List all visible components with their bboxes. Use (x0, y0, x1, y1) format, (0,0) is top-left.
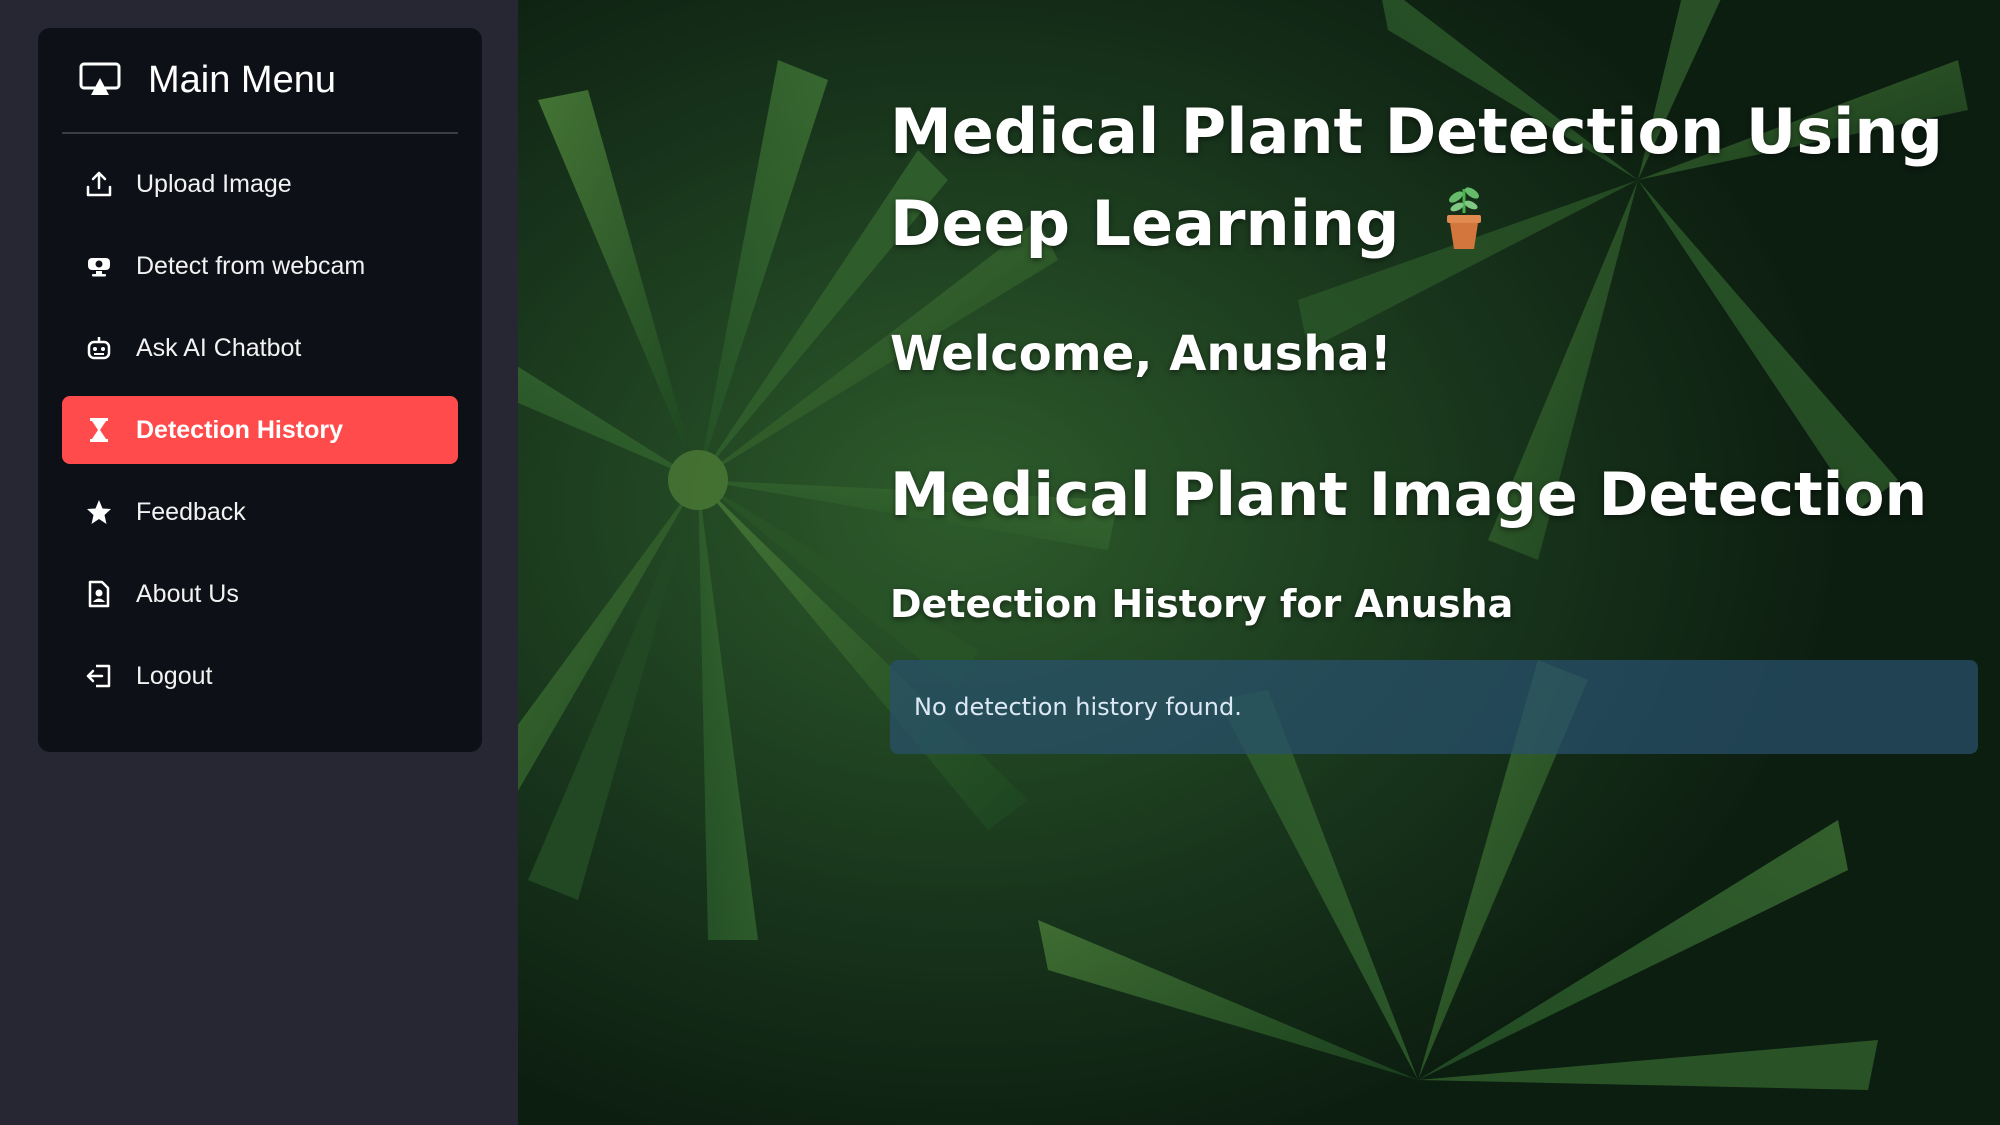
history-heading: Detection History for Anusha (890, 582, 1514, 627)
star-icon (82, 495, 116, 529)
webcam-icon (82, 249, 116, 283)
main-content: Medical Plant Detection Using Deep Learn… (518, 0, 2000, 1125)
menu-item-label: Upload Image (136, 169, 292, 198)
info-alert: No detection history found. (890, 660, 1978, 755)
menu-item-about-us[interactable]: About Us (62, 560, 458, 628)
menu-item-upload-image[interactable]: Upload Image (62, 150, 458, 218)
info-message: No detection history found. (914, 693, 1242, 722)
menu-header: Main Menu (62, 28, 458, 134)
menu-item-chatbot[interactable]: Ask AI Chatbot (62, 314, 458, 382)
menu-item-detection-history[interactable]: Detection History (62, 396, 458, 464)
welcome-heading: Welcome, Anusha! (890, 326, 1392, 383)
section-title: Medical Plant Image Detection (890, 460, 1928, 531)
menu-item-feedback[interactable]: Feedback (62, 478, 458, 546)
app-window: Main Menu Upload Image Detect from webca… (0, 0, 2000, 1125)
potted-plant-icon (1439, 179, 1489, 276)
logout-icon (82, 659, 116, 693)
sidebar: Main Menu Upload Image Detect from webca… (0, 0, 518, 1125)
menu-list: Upload Image Detect from webcam Ask AI C… (62, 150, 458, 710)
menu-item-label: Detect from webcam (136, 251, 366, 280)
menu-item-label: About Us (136, 579, 239, 608)
main-menu: Main Menu Upload Image Detect from webca… (38, 28, 482, 752)
hourglass-icon (82, 413, 116, 447)
page-title: Medical Plant Detection Using Deep Learn… (890, 86, 1970, 276)
content-area: Medical Plant Detection Using Deep Learn… (890, 86, 1978, 755)
upload-icon (82, 167, 116, 201)
document-person-icon (82, 577, 116, 611)
page-title-text: Medical Plant Detection Using Deep Learn… (890, 95, 1943, 260)
monitor-icon (78, 58, 122, 102)
menu-title: Main Menu (148, 58, 336, 101)
menu-item-webcam[interactable]: Detect from webcam (62, 232, 458, 300)
menu-item-logout[interactable]: Logout (62, 642, 458, 710)
menu-item-label: Ask AI Chatbot (136, 333, 302, 362)
menu-item-label: Feedback (136, 497, 246, 526)
robot-icon (82, 331, 116, 365)
menu-item-label: Detection History (136, 415, 343, 444)
menu-item-label: Logout (136, 661, 213, 690)
